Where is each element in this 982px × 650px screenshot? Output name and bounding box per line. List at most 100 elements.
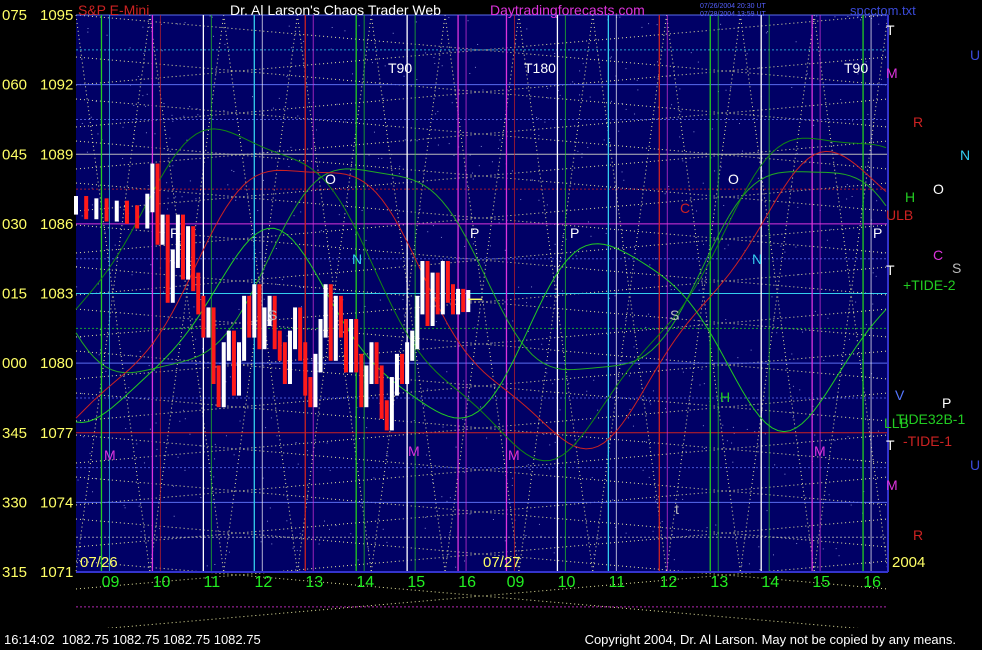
background-dot <box>518 286 520 288</box>
background-dot <box>328 528 330 530</box>
background-dot <box>335 525 337 527</box>
background-dot <box>553 552 555 554</box>
background-dot <box>598 538 600 540</box>
price-bar <box>293 307 298 350</box>
price-bar <box>277 330 282 361</box>
background-dot <box>214 458 216 460</box>
x-axis-labels: 09 10 11 12 13 14 15 16 09 10 11 12 13 14 15 16 <box>102 574 882 591</box>
background-dot <box>77 479 79 481</box>
background-dot <box>792 417 794 419</box>
x-tick-label: 16 <box>458 574 476 591</box>
background-dot <box>133 138 135 140</box>
y-axis-labels: 075 1095 060 1092 045 1089 030 1086 015 1083 000 10… <box>2 7 73 581</box>
annotation-label: T90 <box>844 60 868 76</box>
background-dot <box>331 27 333 29</box>
background-dot <box>855 301 857 303</box>
background-dot <box>538 523 540 525</box>
background-dot <box>352 73 354 75</box>
background-dot <box>729 88 731 90</box>
background-dot <box>437 144 439 146</box>
background-dot <box>673 289 675 291</box>
annotation-label: P <box>470 225 479 241</box>
background-dot <box>798 274 800 276</box>
background-dot <box>315 129 317 131</box>
background-dot <box>625 317 627 319</box>
background-dot <box>448 17 450 19</box>
background-dot <box>266 520 268 522</box>
right-label: T <box>886 437 895 453</box>
background-dot <box>872 272 874 274</box>
background-dot <box>233 170 235 172</box>
background-dot <box>680 111 682 113</box>
readout-open: 1082.75 <box>61 632 109 647</box>
background-dot <box>140 530 142 532</box>
x-tick-label: 12 <box>254 574 272 591</box>
background-dot <box>122 126 124 128</box>
background-dot <box>703 383 705 385</box>
price-bar <box>84 196 89 220</box>
price-bar <box>104 198 109 222</box>
price-bar <box>405 342 410 385</box>
price-bar <box>114 200 119 222</box>
right-label: S <box>952 260 961 276</box>
background-dot <box>469 513 471 515</box>
background-dot <box>849 338 851 340</box>
price-bar <box>344 319 348 373</box>
timestamp-line-2: 07/28/2004 13:59 UT <box>700 11 766 18</box>
annotation-label: P <box>570 225 579 241</box>
background-dot <box>277 283 279 285</box>
background-dot <box>288 166 290 168</box>
timestamp-line-1: 07/26/2004 20:30 UT <box>700 3 766 10</box>
background-dot <box>696 210 698 212</box>
background-dot <box>136 443 138 445</box>
background-dot <box>224 43 226 45</box>
background-dot <box>795 246 797 248</box>
background-dot <box>106 34 108 36</box>
y-degree-label: 015 <box>2 286 27 303</box>
background-dot <box>648 313 650 315</box>
background-dot <box>732 461 734 463</box>
background-dot <box>365 239 367 241</box>
background-dot <box>403 314 405 316</box>
background-dot <box>148 26 150 28</box>
background-dot <box>427 231 429 233</box>
background-dot <box>865 324 867 326</box>
background-dot <box>877 430 879 432</box>
background-dot <box>637 89 639 91</box>
background-dot <box>189 433 191 435</box>
right-label: +TIDE-2 <box>903 277 956 293</box>
background-dot <box>99 329 101 331</box>
background-dot <box>633 346 635 348</box>
background-dot <box>129 354 131 356</box>
background-dot <box>838 555 840 557</box>
background-dot <box>504 540 506 542</box>
background-dot <box>554 243 556 245</box>
background-dot <box>656 61 658 63</box>
background-dot <box>641 26 643 28</box>
price-bar <box>338 295 343 338</box>
background-dot <box>554 441 556 443</box>
background-dot <box>727 244 729 246</box>
annotation-label: T180 <box>524 60 556 76</box>
background-dot <box>621 171 623 173</box>
background-dot <box>464 560 466 562</box>
background-dot <box>738 123 740 125</box>
background-dot <box>124 507 126 509</box>
background-dot <box>260 541 262 543</box>
price-bar <box>328 284 333 361</box>
annotation-label: H <box>720 389 730 405</box>
background-dot <box>290 146 292 148</box>
website-label: Daytradingforecasts.com <box>490 2 645 18</box>
background-dot <box>149 428 151 430</box>
background-dot <box>490 245 492 247</box>
background-dot <box>160 23 162 25</box>
background-dot <box>711 128 713 130</box>
y-degree-label: 045 <box>2 146 27 163</box>
readout-close: 1082.75 <box>213 632 261 647</box>
right-label: C <box>933 247 943 263</box>
background-dot <box>295 442 297 444</box>
background-dot <box>137 76 139 78</box>
price-bar <box>231 330 236 396</box>
background-dot <box>176 23 178 25</box>
x-tick-label: 14 <box>761 574 779 591</box>
